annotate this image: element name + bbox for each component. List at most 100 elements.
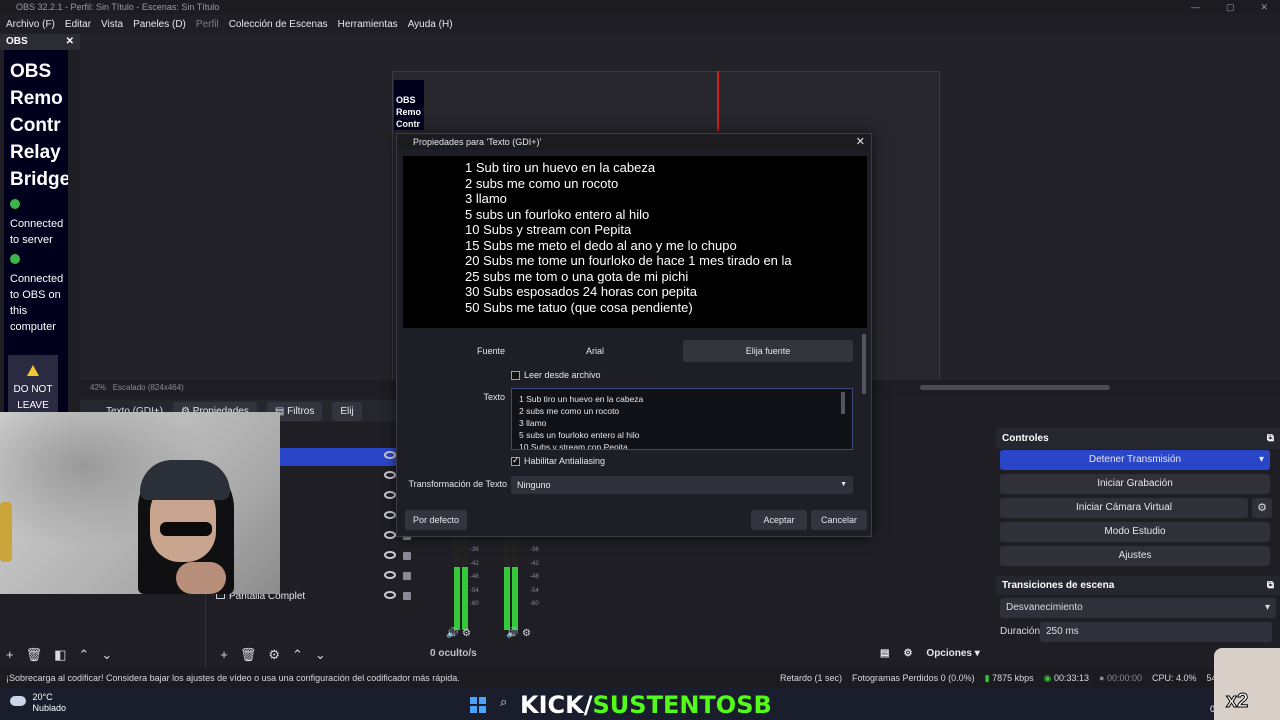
source-up-icon[interactable]: ⌃ (292, 646, 303, 664)
meter-tick: -48 (530, 574, 539, 580)
lock-icon[interactable] (403, 592, 411, 600)
text-transform-value: Ninguno (517, 480, 551, 490)
font-value: Arial (511, 340, 679, 362)
duration-value: 250 ms (1046, 626, 1079, 637)
add-source-icon[interactable]: + (220, 646, 228, 664)
read-from-file-checkbox[interactable] (511, 371, 520, 380)
preview-scrollbar[interactable] (920, 385, 1110, 390)
defaults-button[interactable]: Por defecto (405, 510, 467, 530)
bitrate-value: 7875 kbps (992, 673, 1034, 683)
visibility-eye-icon[interactable] (384, 531, 396, 539)
options-label: Opciones (926, 648, 972, 659)
status-bar: ¡Sobrecarga al codificar! Considera baja… (0, 668, 1280, 688)
accept-button[interactable]: Aceptar (751, 510, 807, 530)
duration-input[interactable]: 250 ms (1040, 622, 1272, 642)
stream-icon: ◉ (1043, 673, 1052, 683)
zoom-level[interactable]: 42% (90, 383, 106, 392)
plugin-title-line: Remo (10, 88, 63, 109)
menu-item[interactable]: Editar (65, 19, 91, 30)
speaker-icon[interactable]: 🔊 (446, 628, 458, 639)
visibility-eye-icon[interactable] (384, 571, 396, 579)
dropped-frames: Fotogramas Perdidos 0 (0.0%) (852, 673, 975, 683)
settings-button[interactable]: Ajustes (1000, 546, 1270, 566)
close-icon[interactable]: ✕ (856, 134, 865, 150)
weather-widget[interactable]: 20°C Nublado (10, 692, 66, 714)
visibility-eye-icon[interactable] (384, 551, 396, 559)
trash-icon[interactable]: 🗑 (26, 646, 43, 664)
text-input[interactable]: 1 Sub tiro un huevo en la cabeza 2 subs … (511, 388, 853, 450)
warning-icon (27, 365, 39, 376)
stream-time-value: 00:33:13 (1053, 673, 1090, 683)
move-down-icon[interactable]: ⌄ (101, 646, 112, 664)
windows-start-icon[interactable] (470, 697, 486, 713)
visibility-eye-icon[interactable] (384, 491, 396, 499)
audio-meter (454, 540, 460, 630)
more-button[interactable]: Elij (332, 401, 362, 421)
text-scrollbar[interactable] (841, 392, 845, 414)
virtual-cam-settings-icon[interactable]: ⚙ (1252, 498, 1272, 518)
transition-select[interactable]: Desvanecimiento ▾ (1000, 598, 1276, 618)
duration-label: Duración (1000, 626, 1041, 637)
lock-icon[interactable] (403, 572, 411, 580)
move-up-icon[interactable]: ⌃ (78, 646, 89, 664)
menu-item[interactable]: Archivo (F) (6, 19, 55, 30)
menu-item[interactable]: Ayuda (H) (408, 19, 453, 30)
visibility-eye-icon[interactable] (384, 511, 396, 519)
plugin-title-line: Contr (10, 115, 61, 136)
minimize-icon[interactable]: — (1191, 0, 1200, 14)
lock-icon[interactable] (403, 552, 411, 560)
dialog-scrollbar[interactable] (862, 334, 866, 394)
text-transform-select[interactable]: Ninguno ▼ (511, 476, 853, 494)
dock-title: OBS ✕ (0, 34, 80, 50)
dock-float-icon[interactable]: ⧉ (1267, 433, 1274, 444)
menu-item[interactable]: Paneles (D) (133, 19, 186, 30)
filter-icon[interactable]: ◧ (54, 646, 66, 664)
remove-source-icon[interactable]: 🗑 (240, 646, 257, 664)
antialiasing-label: Habilitar Antialiasing (524, 456, 606, 466)
visibility-eye-icon[interactable] (384, 591, 396, 599)
speaker-icon[interactable]: 🔊 (506, 628, 518, 639)
plugin-title-line: Bridge (10, 169, 68, 190)
weather-condition: Nublado (32, 703, 67, 713)
close-icon[interactable]: ✕ (1260, 0, 1268, 14)
transitions-title: Transiciones de escena ⧉ (996, 576, 1280, 595)
zoom-scale[interactable]: Escalado (824x464) (113, 383, 184, 392)
source-settings-icon[interactable]: ⚙ (268, 646, 280, 664)
add-icon[interactable]: + (6, 646, 14, 664)
rec-time-value: 00:00:00 (1106, 673, 1143, 683)
search-icon[interactable]: ⌕ (500, 694, 507, 710)
visibility-eye-icon[interactable] (384, 471, 396, 479)
start-virtual-cam-button[interactable]: Iniciar Cámara Virtual (1000, 498, 1248, 518)
studio-mode-button[interactable]: Modo Estudio (1000, 522, 1270, 542)
options-button[interactable]: Opciones ▾ (926, 648, 979, 659)
maximize-icon[interactable]: ▢ (1226, 0, 1235, 14)
rec-time: ● 00:00:00 (1099, 673, 1143, 683)
dock-close-icon[interactable]: ✕ (66, 34, 74, 50)
chevron-down-icon: ▼ (840, 481, 847, 488)
layout-icon[interactable]: ▤ (880, 648, 889, 659)
cpu-usage: CPU: 4.0% (1152, 673, 1197, 683)
visibility-eye-icon[interactable] (384, 451, 396, 459)
audio-meter (504, 540, 510, 630)
mixer-settings-icon[interactable]: ⚙ (522, 628, 531, 639)
start-recording-button[interactable]: Iniciar Grabación (1000, 474, 1270, 494)
advanced-audio-icon[interactable]: ⚙ (903, 648, 912, 659)
antialiasing-checkbox[interactable] (511, 455, 520, 466)
mixer-settings-icon[interactable]: ⚙ (462, 628, 471, 639)
temperature: 20°C (32, 692, 53, 702)
delay-status: Retardo (1 sec) (780, 673, 843, 683)
menu-item[interactable]: Vista (101, 19, 123, 30)
dock-float-icon[interactable]: ⧉ (1267, 580, 1274, 591)
menu-item[interactable]: Perfil (196, 19, 219, 30)
encoder-warning: ¡Sobrecarga al codificar! Considera baja… (6, 673, 460, 683)
transition-value: Desvanecimiento (1006, 602, 1083, 613)
stop-stream-button[interactable]: Detener Transmisión ▾ (1000, 450, 1270, 470)
menu-item[interactable]: Herramientas (338, 19, 398, 30)
choose-font-button[interactable]: Elija fuente (683, 340, 853, 362)
mixer-options: ▤ ⚙ Opciones ▾ (880, 648, 980, 659)
menu-item[interactable]: Colección de Escenas (229, 19, 328, 30)
text-preview: 1 Sub tiro un huevo en la cabeza 2 subs … (403, 156, 867, 328)
source-down-icon[interactable]: ⌄ (315, 646, 326, 664)
chevron-down-icon[interactable]: ▾ (1259, 450, 1264, 470)
cancel-button[interactable]: Cancelar (811, 510, 867, 530)
